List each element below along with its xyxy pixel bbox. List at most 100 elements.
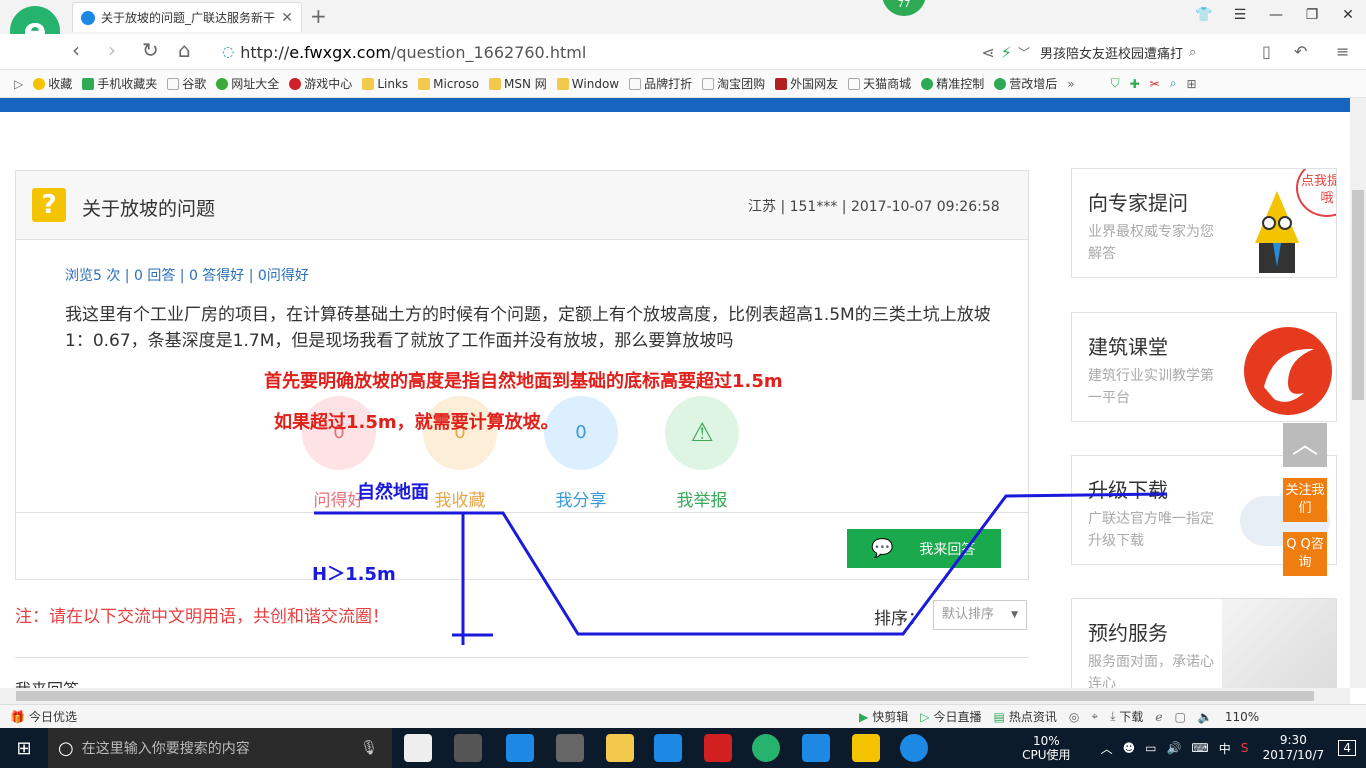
class-logo-icon: [1244, 327, 1332, 415]
search-text[interactable]: 男孩陪女友逛校园遭痛打: [1040, 43, 1183, 62]
bookmark-item[interactable]: 收藏: [28, 75, 77, 92]
more-menu-icon[interactable]: ≡: [1336, 42, 1349, 61]
bookmark-item[interactable]: 游戏中心: [284, 75, 357, 92]
bookmark-item[interactable]: Window: [552, 77, 624, 91]
menu-icon[interactable]: ☰: [1222, 0, 1258, 30]
speed-icon[interactable]: ◎: [1063, 710, 1085, 724]
bookmark-item[interactable]: 精准控制: [916, 75, 989, 92]
lightning-icon[interactable]: ⚡: [1001, 43, 1012, 62]
share-icon[interactable]: ⋖: [981, 43, 994, 62]
browser-taskbar-icon[interactable]: [752, 734, 780, 762]
status-item[interactable]: ▤ 热点资讯: [987, 708, 1062, 725]
back-to-top-button[interactable]: ︿: [1283, 423, 1327, 467]
app-icon[interactable]: [404, 734, 432, 762]
answer-button-label: 我来回答: [919, 541, 976, 558]
status-item[interactable]: ▷ 今日直播: [914, 708, 987, 725]
share-label[interactable]: 我分享: [531, 486, 631, 511]
page-icon: [167, 77, 180, 90]
sort-select[interactable]: 默认排序 ▼: [933, 600, 1027, 630]
undo-icon[interactable]: ↶: [1294, 42, 1307, 61]
ime-indicator[interactable]: 中: [1219, 740, 1231, 757]
app-icon[interactable]: [852, 734, 880, 762]
sogou-icon[interactable]: S: [1241, 741, 1249, 755]
translate-icon[interactable]: ✚: [1125, 77, 1145, 91]
search-icon[interactable]: ⌕: [1189, 45, 1196, 60]
windows-start-icon[interactable]: ⊞: [0, 728, 48, 768]
bookmark-item[interactable]: 谷歌: [162, 75, 211, 92]
today-picks[interactable]: 🎁 今日优选: [0, 708, 83, 725]
shirt-icon[interactable]: 👕: [1186, 0, 1222, 30]
bookmark-item[interactable]: MSN 网: [484, 75, 552, 92]
bookmark-item[interactable]: 营改增后: [989, 75, 1062, 92]
ie-icon[interactable]: [900, 734, 928, 762]
network-icon[interactable]: ▭: [1145, 741, 1156, 755]
qq-consult-button[interactable]: Q Q咨询: [1283, 532, 1327, 576]
restore-button[interactable]: ❐: [1294, 0, 1330, 30]
status-item[interactable]: ⤓ 下载: [1104, 708, 1149, 725]
chevron-down-icon[interactable]: ﹀: [1018, 44, 1030, 61]
tab-active[interactable]: 关于放坡的问题_广联达服务新干 ✕: [72, 2, 302, 32]
pin-icon[interactable]: ⌖: [1085, 709, 1104, 724]
speaker-icon[interactable]: 🔈: [1192, 710, 1219, 724]
bookmark-item[interactable]: Microso: [413, 77, 484, 91]
new-tab-button[interactable]: +: [310, 4, 327, 28]
ask-expert-card[interactable]: 向专家提问 业界最权威专家为您解答 点我提问哦: [1071, 168, 1337, 278]
ie-icon[interactable]: ℯ: [1149, 710, 1168, 724]
answer-button[interactable]: 💬 我来回答: [847, 529, 1001, 568]
notification-icon[interactable]: 4: [1338, 740, 1356, 756]
status-item[interactable]: ▶ 快剪辑: [853, 708, 914, 725]
building-class-card[interactable]: 建筑课堂 建筑行业实训教学第一平台: [1071, 312, 1337, 422]
volume-icon[interactable]: 🔊: [1166, 741, 1181, 755]
secure-icon: ◌: [222, 44, 235, 60]
people-icon[interactable]: ☻: [1123, 741, 1136, 755]
app-icon[interactable]: [654, 734, 682, 762]
minimize-button[interactable]: —: [1258, 0, 1294, 30]
home-icon[interactable]: ⌂: [178, 38, 191, 62]
edge-icon[interactable]: [506, 734, 534, 762]
grid-icon[interactable]: ⊞: [1181, 77, 1201, 91]
refresh-icon[interactable]: ↻: [142, 38, 159, 62]
shield-icon[interactable]: ⛉: [1106, 76, 1125, 91]
report-circle[interactable]: ⚠: [665, 396, 739, 470]
bookmark-item[interactable]: 天猫商城: [843, 75, 916, 92]
cpu-value: 10%: [1033, 734, 1060, 748]
bookmark-item[interactable]: 淘宝团购: [697, 75, 770, 92]
phone-icon: [82, 77, 95, 90]
back-icon[interactable]: ‹: [72, 38, 80, 62]
bookmark-item[interactable]: 网址大全: [211, 75, 284, 92]
bookmark-item[interactable]: 手机收藏夹: [77, 75, 162, 92]
search-box[interactable]: 男孩陪女友逛校园遭痛打 ⌕: [1040, 40, 1240, 64]
address-bar[interactable]: ◌ http://e.fwxgx.com/question_1662760.ht…: [222, 38, 1030, 66]
scissors-icon[interactable]: ✂: [1145, 77, 1165, 91]
zoom-level[interactable]: 110%: [1219, 710, 1265, 724]
explorer-icon[interactable]: [606, 734, 634, 762]
flag-icon: [775, 77, 788, 90]
horizontal-scroll-thumb[interactable]: [16, 691, 1314, 701]
bookmark-item[interactable]: 外国网友: [770, 75, 843, 92]
microphone-icon[interactable]: 🎙: [360, 740, 378, 756]
taskbar-search[interactable]: ○ 在这里输入你要搜索的内容 🎙: [48, 728, 392, 768]
bookmark-item[interactable]: Links: [357, 77, 413, 91]
report-label[interactable]: 我举报: [652, 486, 752, 511]
app-icon[interactable]: [802, 734, 830, 762]
bookmark-item[interactable]: 品牌打折: [624, 75, 697, 92]
app-icon[interactable]: [704, 734, 732, 762]
annotation-line2: 如果超过1.5m，就需要计算放坡。: [274, 412, 559, 433]
sidebar-toggle-icon[interactable]: ▷: [0, 77, 28, 91]
more-bookmarks-icon[interactable]: »: [1062, 77, 1079, 91]
forward-icon[interactable]: ›: [108, 38, 116, 62]
follow-us-button[interactable]: 关注我们: [1283, 478, 1327, 522]
app-icon[interactable]: [454, 734, 482, 762]
close-window-button[interactable]: ✕: [1330, 0, 1366, 30]
cpu-meter[interactable]: 10% CPU使用: [1022, 734, 1070, 762]
phone-icon[interactable]: ▯: [1262, 42, 1271, 61]
chevron-up-icon[interactable]: ︿: [1101, 740, 1113, 757]
tab-close-icon[interactable]: ✕: [281, 10, 293, 26]
sort-label: 排序：: [874, 609, 925, 629]
search-icon[interactable]: ⌕: [1165, 76, 1182, 91]
window-icon[interactable]: ▢: [1169, 710, 1192, 724]
clock[interactable]: 9:30 2017/10/7: [1258, 733, 1328, 763]
keyboard-icon[interactable]: ⌨: [1191, 741, 1208, 755]
store-icon[interactable]: [556, 734, 584, 762]
scrollbar-thumb[interactable]: [1352, 190, 1364, 400]
